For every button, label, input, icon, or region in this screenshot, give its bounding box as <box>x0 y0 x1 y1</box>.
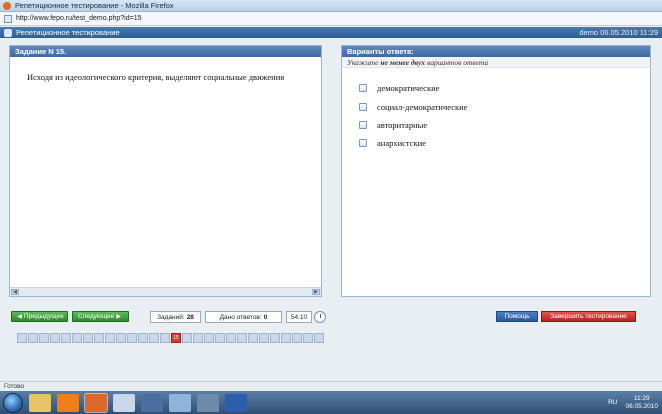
question-nav-item[interactable] <box>281 333 291 343</box>
tray-time: 11:29 <box>633 394 650 402</box>
question-nav-item[interactable] <box>149 333 159 343</box>
media-player-icon[interactable] <box>113 393 135 412</box>
question-number: Задание N 15. <box>10 46 321 57</box>
folder-icon[interactable] <box>29 393 51 412</box>
answers-hint: Укажите не менее двух вариантов ответа <box>342 57 650 68</box>
question-nav-item[interactable] <box>292 333 302 343</box>
answer-checkbox[interactable] <box>359 103 367 111</box>
question-nav-item[interactable] <box>105 333 115 343</box>
question-nav-item[interactable] <box>94 333 104 343</box>
app-icon[interactable] <box>169 393 191 412</box>
app-title: Репетиционное тестирование <box>16 28 120 37</box>
app-header: Репетиционное тестирование demo 06.05.20… <box>0 27 662 38</box>
question-nav-item[interactable] <box>61 333 71 343</box>
answered-counter: Дано ответов: 0 <box>205 311 282 323</box>
help-button[interactable]: Помощь <box>496 311 538 322</box>
question-nav-item[interactable] <box>314 333 324 343</box>
question-text: Исходя из идеологического критерия, выде… <box>27 72 285 82</box>
save-icon[interactable] <box>141 393 163 412</box>
question-nav-item[interactable] <box>116 333 126 343</box>
clock-icon <box>314 311 326 323</box>
question-nav-item[interactable] <box>50 333 60 343</box>
site-favicon-icon <box>4 14 12 23</box>
answer-checkbox[interactable] <box>359 84 367 92</box>
user-info: demo 06.05.2010 11:29 <box>579 28 658 37</box>
timer-value: 54:10 <box>290 313 308 321</box>
question-nav-item[interactable] <box>28 333 38 343</box>
app-logo-icon <box>4 28 12 37</box>
answered-count: 0 <box>263 313 268 321</box>
answer-label: анархистские <box>377 138 426 148</box>
answered-label: Дано ответов: <box>219 313 262 321</box>
url-text[interactable]: http://www.fepo.ru/test_demo.php?id=15 <box>16 15 142 22</box>
question-nav-item[interactable] <box>248 333 258 343</box>
status-bar: Готово <box>0 381 662 391</box>
address-bar[interactable]: http://www.fepo.ru/test_demo.php?id=15 <box>0 12 662 26</box>
question-nav-item[interactable] <box>17 333 27 343</box>
prev-button[interactable]: ◀ Предыдущее <box>11 311 68 322</box>
question-navigator: 15 <box>17 333 325 343</box>
hint-bold: не менее двух <box>380 57 425 67</box>
question-nav-item[interactable] <box>226 333 236 343</box>
answer-checkbox[interactable] <box>359 121 367 129</box>
next-button[interactable]: Следующее ▶ <box>72 311 129 322</box>
firefox-taskbar-icon[interactable] <box>84 392 108 413</box>
question-nav-item[interactable] <box>127 333 137 343</box>
hint-prefix: Укажите <box>347 57 379 67</box>
question-nav-item[interactable] <box>303 333 313 343</box>
window-titlebar: Репетиционное тестирование - Mozilla Fir… <box>0 0 662 12</box>
tasks-count: 28 <box>186 313 194 321</box>
question-nav-item[interactable] <box>193 333 203 343</box>
tasks-label: Заданий: <box>157 313 185 321</box>
prev-button-label: Предыдущее <box>23 313 64 320</box>
question-nav-item[interactable] <box>204 333 214 343</box>
answers-header: Варианты ответа: <box>342 46 650 57</box>
scroll-left-icon[interactable]: ◀ <box>11 289 19 295</box>
question-nav-item[interactable] <box>72 333 82 343</box>
question-nav-item[interactable] <box>160 333 170 343</box>
system-tray: RU 11:29 06.05.2010 <box>608 391 658 414</box>
taskbar: RU 11:29 06.05.2010 <box>0 391 662 414</box>
answer-option[interactable]: социал-демократические <box>359 102 467 112</box>
timer: 54:10 <box>286 311 312 323</box>
arrow-left-icon: ◀ <box>17 314 22 320</box>
question-nav-item[interactable] <box>237 333 247 343</box>
answer-label: авторитарные <box>377 120 428 130</box>
status-text: Готово <box>4 383 25 390</box>
window-title: Репетиционное тестирование - Mozilla Fir… <box>15 1 174 10</box>
question-nav-item-current[interactable]: 15 <box>171 333 181 343</box>
question-scrollbar[interactable]: ◀ ▶ <box>10 287 321 296</box>
word-icon[interactable] <box>225 393 247 412</box>
scroll-right-icon[interactable]: ▶ <box>312 289 320 295</box>
next-button-label: Следующее <box>77 313 115 320</box>
answer-option[interactable]: авторитарные <box>359 120 427 130</box>
question-nav-item[interactable] <box>215 333 225 343</box>
vlc-icon[interactable] <box>57 393 79 412</box>
help-button-label: Помощь <box>504 313 530 320</box>
question-panel: Задание N 15. Исходя из идеологического … <box>9 45 322 297</box>
finish-button-label: Завершить тестирование <box>550 313 627 320</box>
hint-suffix: вариантов ответа <box>427 57 489 67</box>
answer-checkbox[interactable] <box>359 139 367 147</box>
window-icon[interactable] <box>197 393 219 412</box>
question-nav-item[interactable] <box>259 333 269 343</box>
start-button-icon[interactable] <box>3 392 23 413</box>
answer-option[interactable]: анархистские <box>359 138 426 148</box>
question-nav-item[interactable] <box>39 333 49 343</box>
tray-clock[interactable]: 11:29 06.05.2010 <box>625 395 658 411</box>
answer-label: демократические <box>377 83 440 93</box>
answer-label: социал-демократические <box>377 102 468 112</box>
question-nav-item[interactable] <box>270 333 280 343</box>
arrow-right-icon: ▶ <box>116 314 121 320</box>
tray-date: 06.05.2010 <box>625 402 658 410</box>
language-indicator[interactable]: RU <box>608 399 617 406</box>
answers-panel: Варианты ответа: Укажите не менее двух в… <box>341 45 651 297</box>
question-nav-item[interactable] <box>83 333 93 343</box>
finish-test-button[interactable]: Завершить тестирование <box>541 311 636 322</box>
answer-option[interactable]: демократические <box>359 83 439 93</box>
firefox-icon <box>3 1 11 10</box>
tasks-counter: Заданий: 28 <box>150 311 201 323</box>
question-nav-item[interactable] <box>182 333 192 343</box>
question-nav-item[interactable] <box>138 333 148 343</box>
